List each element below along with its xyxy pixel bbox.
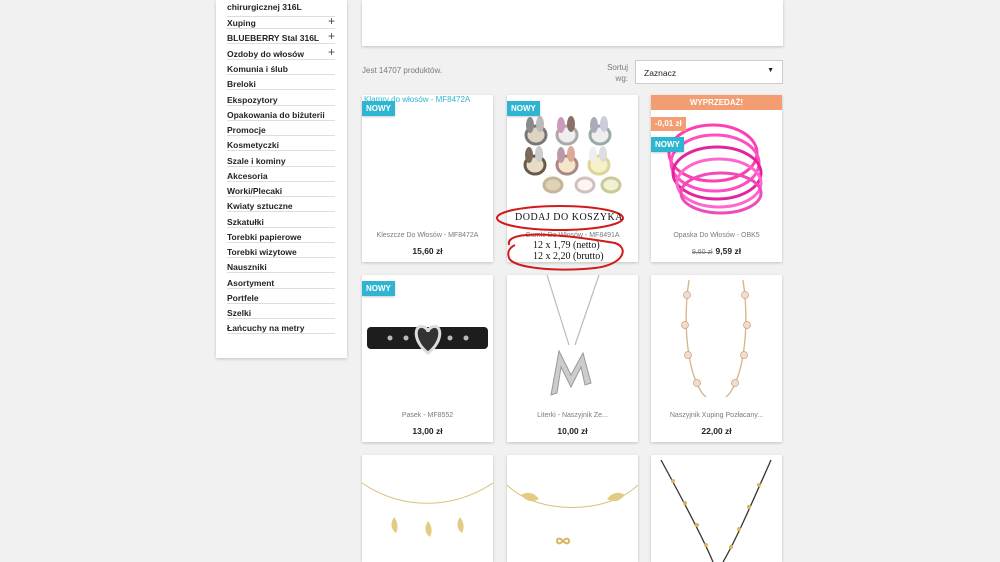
sidebar-item-label: Biżuteria ze stali chirurgicznej 316L — [227, 0, 302, 12]
sidebar-item-promocje[interactable]: Promocje — [227, 125, 335, 136]
sidebar-item-torebki-papierowe[interactable]: Torebki papierowe — [227, 232, 335, 243]
new-badge: NOWY — [362, 281, 395, 296]
headbands-image[interactable] — [651, 95, 782, 222]
product-count: Jest 14707 produktów. — [362, 66, 443, 75]
product-price: 22,00 zł — [701, 426, 732, 436]
sidebar-item-label: Opakowania do biżuterii — [227, 110, 325, 120]
old-price: 9,60 zł — [691, 249, 713, 256]
sidebar-item-nauszniki[interactable]: Nauszniki — [227, 262, 335, 273]
sale-flag: WYPRZEDAŻ! — [651, 95, 782, 110]
sidebar-item-label: Łańcuchy na metry — [227, 323, 305, 333]
product-price-row: 9,60 zł 9,59 zł — [651, 246, 782, 256]
sidebar-item-label: Akcesoria — [227, 171, 268, 181]
sidebar-item-bizuteria-stal[interactable]: Biżuteria ze stali chirurgicznej 316L + — [227, 0, 335, 17]
sidebar-item-portfele[interactable]: Portfele — [227, 293, 335, 304]
product-name[interactable]: Kleszcze Do Włosów - MF8472A — [362, 232, 493, 239]
plus-icon[interactable]: + — [328, 30, 335, 42]
product-name[interactable]: Naszyjnik Xuping Pozłacany... — [651, 412, 782, 419]
pearl-necklace-image[interactable] — [651, 275, 782, 402]
sidebar-item-label: Komunia i ślub — [227, 64, 288, 74]
product-card[interactable]: WYPRZEDAŻ! -0,01 zł NOWY Opaska Do Włosó… — [651, 95, 782, 262]
infinity-necklace-image[interactable] — [507, 455, 638, 562]
product-price: 13,00 zł — [412, 426, 443, 436]
sidebar-item-label: Portfele — [227, 293, 259, 303]
sidebar-item-label: Nauszniki — [227, 262, 267, 272]
add-to-cart-annotation[interactable]: DODAJ DO KOSZYKA — [515, 212, 623, 223]
moon-necklace-image[interactable] — [362, 455, 493, 562]
sidebar-item-label: Ekspozytory — [227, 95, 278, 105]
sidebar-item-label: Torebki wizytowe — [227, 247, 297, 257]
new-badge: NOWY — [507, 101, 540, 116]
product-card[interactable]: NOWY Pasek - MF8552 13,00 zł — [362, 275, 493, 442]
sidebar-item-opakowania[interactable]: Opakowania do biżuterii — [227, 110, 335, 121]
category-sidebar: Biżuteria ze stali chirurgicznej 316L + … — [216, 0, 347, 358]
product-card[interactable] — [362, 455, 493, 562]
sidebar-item-szale[interactable]: Szale i kominy — [227, 156, 335, 167]
sidebar-item-szelki[interactable]: Szelki — [227, 308, 335, 319]
sidebar-item-asortyment[interactable]: Asortyment — [227, 278, 335, 289]
sidebar-item-szkatulki[interactable]: Szkatułki — [227, 217, 335, 228]
gross-price-annotation: 12 x 2,20 (brutto) — [533, 251, 604, 262]
product-name[interactable]: Pasek - MF8552 — [362, 412, 493, 419]
product-card[interactable]: NOWY Kleszcze Do Włosów - MF8472A 15,60 … — [362, 95, 493, 262]
letter-necklace-image[interactable] — [507, 275, 638, 402]
sidebar-item-label: Promocje — [227, 125, 266, 135]
product-price: 9,59 zł — [715, 246, 742, 256]
listing-header-box — [362, 0, 783, 46]
sidebar-item-label: Xuping — [227, 18, 256, 28]
product-name[interactable]: Literki - Naszyjnik Ze... — [507, 412, 638, 419]
sort-select[interactable]: Zaznacz ▼ — [635, 60, 783, 84]
sidebar-item-xuping[interactable]: Xuping + — [227, 15, 335, 29]
sidebar-item-worki[interactable]: Worki/Plecaki — [227, 186, 335, 197]
sidebar-item-komunia[interactable]: Komunia i ślub — [227, 64, 335, 75]
product-card[interactable]: Literki - Naszyjnik Ze... 10,00 zł — [507, 275, 638, 442]
sidebar-item-label: Kosmetyczki — [227, 140, 279, 150]
sidebar-item-lancuchy[interactable]: Łańcuchy na metry — [227, 323, 335, 334]
sidebar-item-label: BLUEBERRY Stal 316L — [227, 33, 320, 43]
sidebar-item-kwiaty[interactable]: Kwiaty sztuczne — [227, 201, 335, 212]
hover-product-title[interactable]: Klamry do włosów - MF8472A — [364, 95, 470, 104]
sidebar-item-label: Szale i kominy — [227, 156, 286, 166]
sidebar-item-akcesoria[interactable]: Akcesoria — [227, 171, 335, 182]
sort-value: Zaznacz — [644, 68, 677, 78]
plus-icon[interactable]: + — [328, 46, 335, 58]
sidebar-item-label: Ozdoby do włosów — [227, 49, 304, 59]
sidebar-item-label: Breloki — [227, 79, 256, 89]
discount-flag: -0,01 zł — [651, 117, 686, 131]
sidebar-item-kosmetyczki[interactable]: Kosmetyczki — [227, 140, 335, 151]
sidebar-item-label: Asortyment — [227, 278, 275, 288]
sidebar-item-label: Torebki papierowe — [227, 232, 302, 242]
product-card[interactable]: Naszyjnik Xuping Pozłacany... 22,00 zł — [651, 275, 782, 442]
product-card[interactable] — [507, 455, 638, 562]
net-price-annotation: 12 x 1,79 (netto) — [533, 240, 600, 251]
sidebar-item-ozdoby[interactable]: Ozdoby do włosów + — [227, 46, 335, 60]
product-name[interactable]: Opaska Do Włosów - OBK5 — [651, 232, 782, 239]
sidebar-item-blueberry[interactable]: BLUEBERRY Stal 316L + — [227, 30, 335, 44]
sidebar-item-label: Szelki — [227, 308, 252, 318]
product-price: 15,60 zł — [412, 246, 443, 256]
sort-label: Sortuj wg: — [607, 63, 628, 83]
plus-icon[interactable]: + — [328, 15, 335, 27]
product-card[interactable] — [651, 455, 782, 562]
sidebar-item-label: Szkatułki — [227, 217, 264, 227]
sidebar-item-torebki-wizytowe[interactable]: Torebki wizytowe — [227, 247, 335, 258]
sidebar-item-ekspozytory[interactable]: Ekspozytory — [227, 95, 335, 106]
new-badge: NOWY — [651, 137, 684, 152]
beaded-necklace-image[interactable] — [651, 455, 782, 562]
sidebar-item-label: Worki/Plecaki — [227, 186, 283, 196]
caret-down-icon: ▼ — [767, 67, 774, 74]
sidebar-item-breloki[interactable]: Breloki — [227, 79, 335, 90]
sidebar-item-label: Kwiaty sztuczne — [227, 201, 293, 211]
product-price: 10,00 zł — [557, 426, 588, 436]
